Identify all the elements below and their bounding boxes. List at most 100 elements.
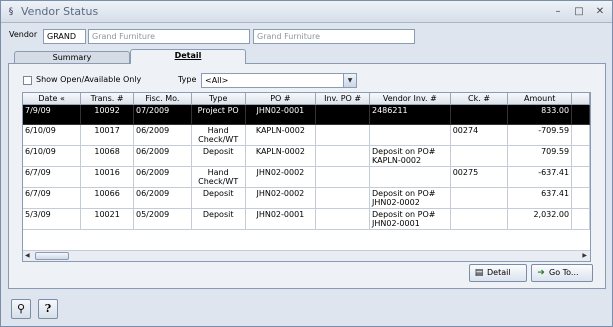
column-header-inv-po[interactable]: Inv. PO # bbox=[315, 93, 370, 105]
cell-inv-po bbox=[315, 166, 370, 188]
scroll-right-icon[interactable]: ▶ bbox=[582, 252, 587, 259]
column-header-trans[interactable]: Trans. # bbox=[80, 93, 134, 105]
vendor-code-field[interactable]: GRAND bbox=[43, 29, 86, 44]
column-header-type[interactable]: Type bbox=[191, 93, 246, 105]
cell-inv-po bbox=[315, 124, 370, 146]
vendor-name-placeholder[interactable]: Grand Furniture bbox=[88, 29, 250, 44]
cell-fisc: 06/2009 bbox=[133, 166, 192, 188]
cell-inv-po bbox=[315, 208, 370, 230]
goto-button[interactable]: ➜ Go To... bbox=[531, 264, 593, 282]
table-row[interactable]: 7/9/09 10092 07/2009 Project PO JHN02-00… bbox=[23, 104, 590, 125]
cell-fisc: 05/2009 bbox=[133, 208, 192, 230]
cell-amount: 833.00 bbox=[507, 104, 573, 125]
cell-amount: -709.59 bbox=[507, 124, 573, 146]
maximize-icon[interactable]: □ bbox=[572, 5, 586, 18]
cell-type: Hand Check/WT bbox=[191, 124, 246, 146]
cell-trans: 10017 bbox=[80, 124, 134, 146]
detail-button[interactable]: ▤ Detail bbox=[469, 264, 527, 282]
cell-po: JHN02-0002 bbox=[245, 187, 317, 209]
detail-table: Date « Trans. # Fisc. Mo. Type PO # Inv.… bbox=[22, 92, 591, 262]
cell-spacer bbox=[571, 124, 590, 146]
cell-ck bbox=[450, 187, 509, 209]
cell-type: Deposit bbox=[191, 145, 246, 167]
cell-fisc: 06/2009 bbox=[133, 124, 192, 146]
table-row[interactable]: 6/7/09 10066 06/2009 Deposit JHN02-0002 … bbox=[23, 187, 590, 209]
cell-ck bbox=[450, 145, 509, 167]
cell-trans: 10016 bbox=[80, 166, 134, 188]
cell-spacer bbox=[571, 145, 590, 167]
column-header-vendor-inv[interactable]: Vendor Inv. # bbox=[369, 93, 451, 105]
cell-ck bbox=[450, 104, 509, 125]
cell-type: Deposit bbox=[191, 208, 246, 230]
cell-date: 5/3/09 bbox=[23, 208, 82, 230]
cell-fisc: 06/2009 bbox=[133, 145, 192, 167]
close-icon[interactable]: ✕ bbox=[593, 5, 607, 18]
search-icon[interactable]: ⚲ bbox=[11, 299, 31, 319]
cell-ck bbox=[450, 208, 509, 230]
cell-date: 6/7/09 bbox=[23, 187, 82, 209]
cell-po: JHN02-0001 bbox=[245, 104, 317, 125]
tab-detail[interactable]: Detail bbox=[130, 49, 246, 64]
show-open-checkbox[interactable] bbox=[23, 76, 32, 85]
cell-vendor-inv: Deposit on PO# JHN02-0002 bbox=[369, 187, 451, 209]
table-row[interactable]: 6/10/09 10017 06/2009 Hand Check/WT KAPL… bbox=[23, 124, 590, 146]
detail-icon: ▤ bbox=[474, 268, 484, 278]
cell-ck: 00274 bbox=[450, 124, 509, 146]
table-row[interactable]: 5/3/09 10021 05/2009 Deposit JHN02-0001 … bbox=[23, 208, 590, 230]
type-select-value: <All> bbox=[205, 76, 229, 85]
help-icon[interactable]: ? bbox=[38, 299, 58, 319]
vendor-label: Vendor bbox=[9, 30, 38, 39]
arrow-right-icon: ➜ bbox=[537, 268, 545, 278]
vendor-name-field[interactable]: Grand Furniture bbox=[253, 29, 415, 44]
cell-amount: 709.59 bbox=[507, 145, 573, 167]
cell-date: 6/7/09 bbox=[23, 166, 82, 188]
cell-amount: 2,032.00 bbox=[507, 208, 573, 230]
cell-date: 6/10/09 bbox=[23, 145, 82, 167]
cell-date: 7/9/09 bbox=[23, 104, 82, 125]
column-header-spacer bbox=[571, 93, 590, 105]
table-row[interactable]: 6/7/09 10016 06/2009 Hand Check/WT JHN02… bbox=[23, 166, 590, 188]
cell-spacer bbox=[571, 104, 590, 125]
detail-button-label: Detail bbox=[487, 268, 511, 277]
cell-vendor-inv: 2486211 bbox=[369, 104, 451, 125]
title-bar: § Vendor Status – □ ✕ bbox=[1, 1, 612, 23]
cell-inv-po bbox=[315, 104, 370, 125]
column-header-amount[interactable]: Amount bbox=[507, 93, 573, 105]
cell-po: KAPLN-0002 bbox=[245, 124, 317, 146]
cell-vendor-inv bbox=[369, 166, 451, 188]
cell-po: JHN02-0002 bbox=[245, 166, 317, 188]
cell-fisc: 07/2009 bbox=[133, 104, 192, 125]
type-select[interactable]: <All> ▼ bbox=[201, 73, 357, 88]
cell-type: Project PO bbox=[191, 104, 246, 125]
cell-fisc: 06/2009 bbox=[133, 187, 192, 209]
scrollbar-thumb[interactable] bbox=[35, 252, 69, 260]
cell-inv-po bbox=[315, 145, 370, 167]
cell-type: Hand Check/WT bbox=[191, 166, 246, 188]
cell-vendor-inv bbox=[369, 124, 451, 146]
cell-spacer bbox=[571, 166, 590, 188]
goto-button-label: Go To... bbox=[549, 268, 579, 277]
cell-vendor-inv: Deposit on PO# JHN02-0001 bbox=[369, 208, 451, 230]
minimize-icon[interactable]: – bbox=[551, 5, 565, 18]
type-label: Type bbox=[178, 75, 197, 84]
table-row[interactable]: 6/10/09 10068 06/2009 Deposit KAPLN-0002… bbox=[23, 145, 590, 167]
chevron-down-icon[interactable]: ▼ bbox=[343, 74, 356, 87]
cell-type: Deposit bbox=[191, 187, 246, 209]
column-header-po[interactable]: PO # bbox=[245, 93, 317, 105]
cell-trans: 10068 bbox=[80, 145, 134, 167]
scroll-left-icon[interactable]: ◀ bbox=[25, 252, 30, 259]
app-icon: § bbox=[8, 7, 14, 17]
cell-inv-po bbox=[315, 187, 370, 209]
horizontal-scrollbar[interactable]: ◀ ▶ bbox=[23, 250, 590, 261]
column-header-fisc[interactable]: Fisc. Mo. bbox=[133, 93, 192, 105]
window-title: Vendor Status bbox=[21, 5, 99, 18]
cell-trans: 10066 bbox=[80, 187, 134, 209]
show-open-label: Show Open/Available Only bbox=[36, 75, 142, 84]
cell-date: 6/10/09 bbox=[23, 124, 82, 146]
column-header-date[interactable]: Date « bbox=[23, 93, 82, 105]
cell-po: KAPLN-0002 bbox=[245, 145, 317, 167]
column-header-ck[interactable]: Ck. # bbox=[450, 93, 509, 105]
cell-trans: 10092 bbox=[80, 104, 134, 125]
cell-trans: 10021 bbox=[80, 208, 134, 230]
cell-amount: 637.41 bbox=[507, 187, 573, 209]
